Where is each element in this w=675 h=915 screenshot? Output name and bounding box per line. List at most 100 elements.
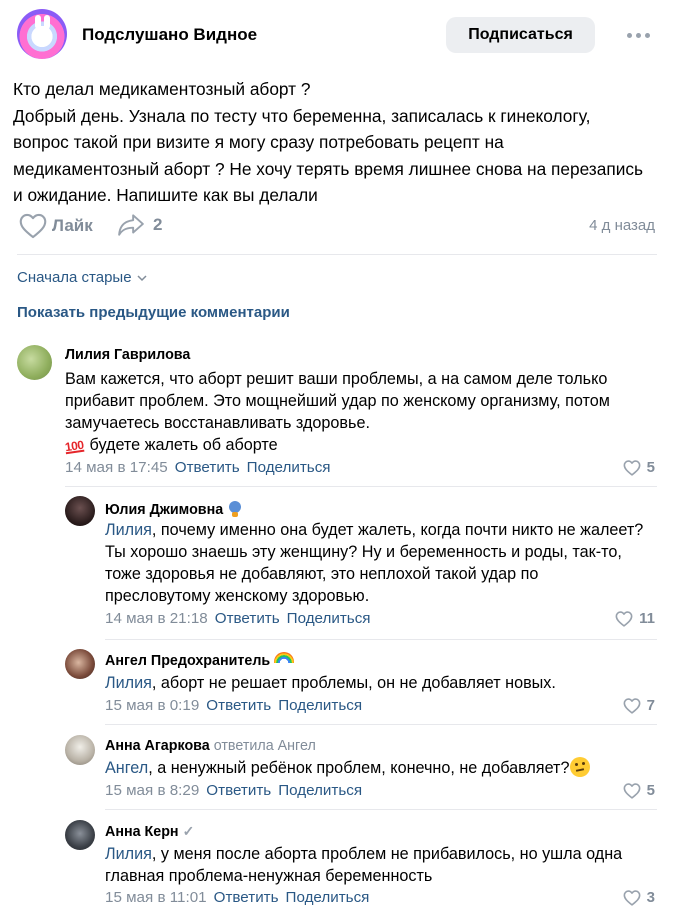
comment-line: будете жалеть об аборте bbox=[89, 436, 278, 454]
like-label: Лайк bbox=[52, 216, 93, 235]
avatar[interactable] bbox=[17, 345, 52, 380]
verified-check-icon: ✓ bbox=[182, 823, 195, 839]
comment-line: прибавит проблем. Это мощнейший удар по … bbox=[65, 392, 610, 410]
share-comment-button[interactable]: Поделиться bbox=[287, 610, 371, 627]
post-line: вопрос такой при визите я могу сразу пот… bbox=[13, 132, 504, 152]
post-line: Кто делал медикаментозный аборт ? bbox=[13, 79, 311, 99]
subscribe-button[interactable]: Подписаться bbox=[446, 17, 595, 53]
mention-link[interactable]: Лилия bbox=[105, 845, 152, 863]
like-count: 7 bbox=[646, 697, 655, 714]
bird-badge-icon bbox=[227, 499, 243, 517]
like-count: 3 bbox=[646, 889, 655, 906]
comment-meta: 14 мая в 17:45 Ответить Поделиться bbox=[65, 459, 338, 476]
comment-like-button[interactable]: 5 bbox=[623, 782, 655, 799]
comment: Анна Керн ✓ Лилия, у меня после аборта пр… bbox=[0, 814, 675, 914]
comment-line: тоже здоровья не добавляют, это неплохой… bbox=[105, 565, 539, 583]
comment-meta: 15 мая в 11:01 Ответить Поделиться bbox=[105, 889, 376, 906]
comment-meta: 14 мая в 21:18 Ответить Поделиться bbox=[105, 610, 378, 627]
sort-label: Сначала старые bbox=[17, 269, 132, 286]
share-comment-button[interactable]: Поделиться bbox=[247, 459, 331, 476]
like-count: 5 bbox=[646, 459, 655, 476]
show-previous-comments[interactable]: Показать предыдущие комментарии bbox=[17, 304, 290, 321]
mention-link[interactable]: Лилия bbox=[105, 521, 152, 539]
comment-date[interactable]: 15 мая в 11:01 bbox=[105, 889, 207, 906]
post-actions: Лайк 2 4 д назад bbox=[0, 205, 675, 245]
share-comment-button[interactable]: Поделиться bbox=[278, 697, 362, 714]
share-comment-button[interactable]: Поделиться bbox=[278, 782, 362, 799]
comment-author[interactable]: Анна Агаркова ответила Ангел bbox=[105, 738, 316, 754]
comment-date[interactable]: 15 мая в 8:29 bbox=[105, 782, 199, 799]
comment-text: Ангел, а ненужный ребёнок проблем, конеч… bbox=[105, 757, 591, 779]
comment: Ангел Предохранитель Лилия, аборт не реш… bbox=[0, 643, 675, 723]
avatar[interactable] bbox=[65, 820, 95, 850]
comment-like-button[interactable]: 3 bbox=[623, 889, 655, 906]
divider bbox=[105, 639, 657, 640]
comment: Анна Агаркова ответила Ангел Ангел, а не… bbox=[0, 729, 675, 809]
comment-line: , аборт не решает проблемы, он не добавл… bbox=[151, 674, 556, 692]
sort-dropdown[interactable]: Сначала старые bbox=[17, 269, 148, 286]
comment-author[interactable]: Ангел Предохранитель bbox=[105, 652, 295, 669]
comment-like-button[interactable]: 11 bbox=[615, 610, 655, 627]
comment-meta: 15 мая в 8:29 Ответить Поделиться bbox=[105, 782, 369, 799]
share-button[interactable]: 2 bbox=[117, 213, 162, 237]
like-count: 5 bbox=[646, 782, 655, 799]
hundred-emoji-icon: 100 bbox=[64, 437, 85, 455]
avatar[interactable] bbox=[65, 649, 95, 679]
comment-text: Лилия, у меня после аборта проблем не пр… bbox=[105, 843, 622, 887]
reply-to-label[interactable]: ответила Ангел bbox=[214, 738, 316, 754]
heart-icon bbox=[623, 889, 641, 906]
divider bbox=[105, 809, 657, 810]
comment-text: Лилия, аборт не решает проблемы, он не д… bbox=[105, 672, 556, 694]
mention-link[interactable]: Ангел bbox=[105, 759, 148, 777]
comment-text: Вам кажется, что аборт решит ваши пробле… bbox=[64, 368, 610, 457]
comment-line: Ты хорошо знаешь эту женщину? Ну и берем… bbox=[105, 543, 622, 561]
comment-line: Вам кажется, что аборт решит ваши пробле… bbox=[65, 370, 608, 388]
rainbow-badge-icon bbox=[274, 652, 295, 663]
comment-line: , у меня после аборта проблем не прибави… bbox=[151, 845, 623, 863]
comment-line: главная проблема-ненужная беременность bbox=[105, 867, 433, 885]
comment: Лилия Гаврилова Вам кажется, что аборт р… bbox=[0, 340, 675, 485]
more-options-icon[interactable] bbox=[627, 30, 651, 40]
comment-date[interactable]: 14 мая в 17:45 bbox=[65, 459, 168, 476]
share-icon bbox=[118, 214, 144, 236]
post-line: медикаментозный аборт ? Не хочу терять в… bbox=[13, 158, 643, 179]
reply-button[interactable]: Ответить bbox=[214, 889, 279, 906]
comment-author[interactable]: Юлия Джимовна bbox=[105, 499, 243, 518]
heart-icon bbox=[19, 213, 47, 239]
share-comment-button[interactable]: Поделиться bbox=[286, 889, 370, 906]
divider bbox=[65, 486, 657, 487]
reply-button[interactable]: Ответить bbox=[206, 697, 271, 714]
share-count: 2 bbox=[153, 215, 163, 234]
post-header: Подслушано Видное Подписаться bbox=[0, 0, 675, 70]
like-count: 11 bbox=[639, 610, 655, 627]
post-line: Добрый день. Узнала по тесту что беремен… bbox=[13, 105, 591, 126]
reply-button[interactable]: Ответить bbox=[215, 610, 280, 627]
comment-text: Лилия, почему именно она будет жалеть, к… bbox=[105, 519, 643, 607]
thinking-face-icon bbox=[570, 757, 591, 777]
comment-line: пресловутому женскому здоровью. bbox=[105, 587, 370, 605]
comment-date[interactable]: 15 мая в 0:19 bbox=[105, 697, 199, 714]
comment-author[interactable]: Лилия Гаврилова bbox=[65, 347, 190, 363]
heart-icon bbox=[615, 610, 633, 627]
group-avatar[interactable] bbox=[17, 9, 67, 59]
like-button[interactable]: Лайк bbox=[19, 213, 93, 239]
avatar[interactable] bbox=[65, 496, 95, 526]
heart-icon bbox=[623, 459, 641, 476]
group-name[interactable]: Подслушано Видное bbox=[82, 25, 257, 45]
avatar[interactable] bbox=[65, 735, 95, 765]
comment: Юлия Джимовна Лилия, почему именно она б… bbox=[0, 490, 675, 635]
comment-author[interactable]: Анна Керн ✓ bbox=[105, 823, 194, 840]
reply-button[interactable]: Ответить bbox=[175, 459, 240, 476]
heart-icon bbox=[623, 697, 641, 714]
mention-link[interactable]: Лилия bbox=[105, 674, 152, 692]
comment-like-button[interactable]: 7 bbox=[623, 697, 655, 714]
comment-date[interactable]: 14 мая в 21:18 bbox=[105, 610, 208, 627]
post-date[interactable]: 4 д назад bbox=[589, 217, 655, 234]
heart-icon bbox=[623, 782, 641, 799]
divider bbox=[17, 254, 657, 255]
chevron-down-icon bbox=[137, 274, 147, 281]
reply-button[interactable]: Ответить bbox=[206, 782, 271, 799]
comment-line: , почему именно она будет жалеть, когда … bbox=[151, 521, 644, 539]
comment-like-button[interactable]: 5 bbox=[623, 459, 655, 476]
comment-meta: 15 мая в 0:19 Ответить Поделиться bbox=[105, 697, 369, 714]
